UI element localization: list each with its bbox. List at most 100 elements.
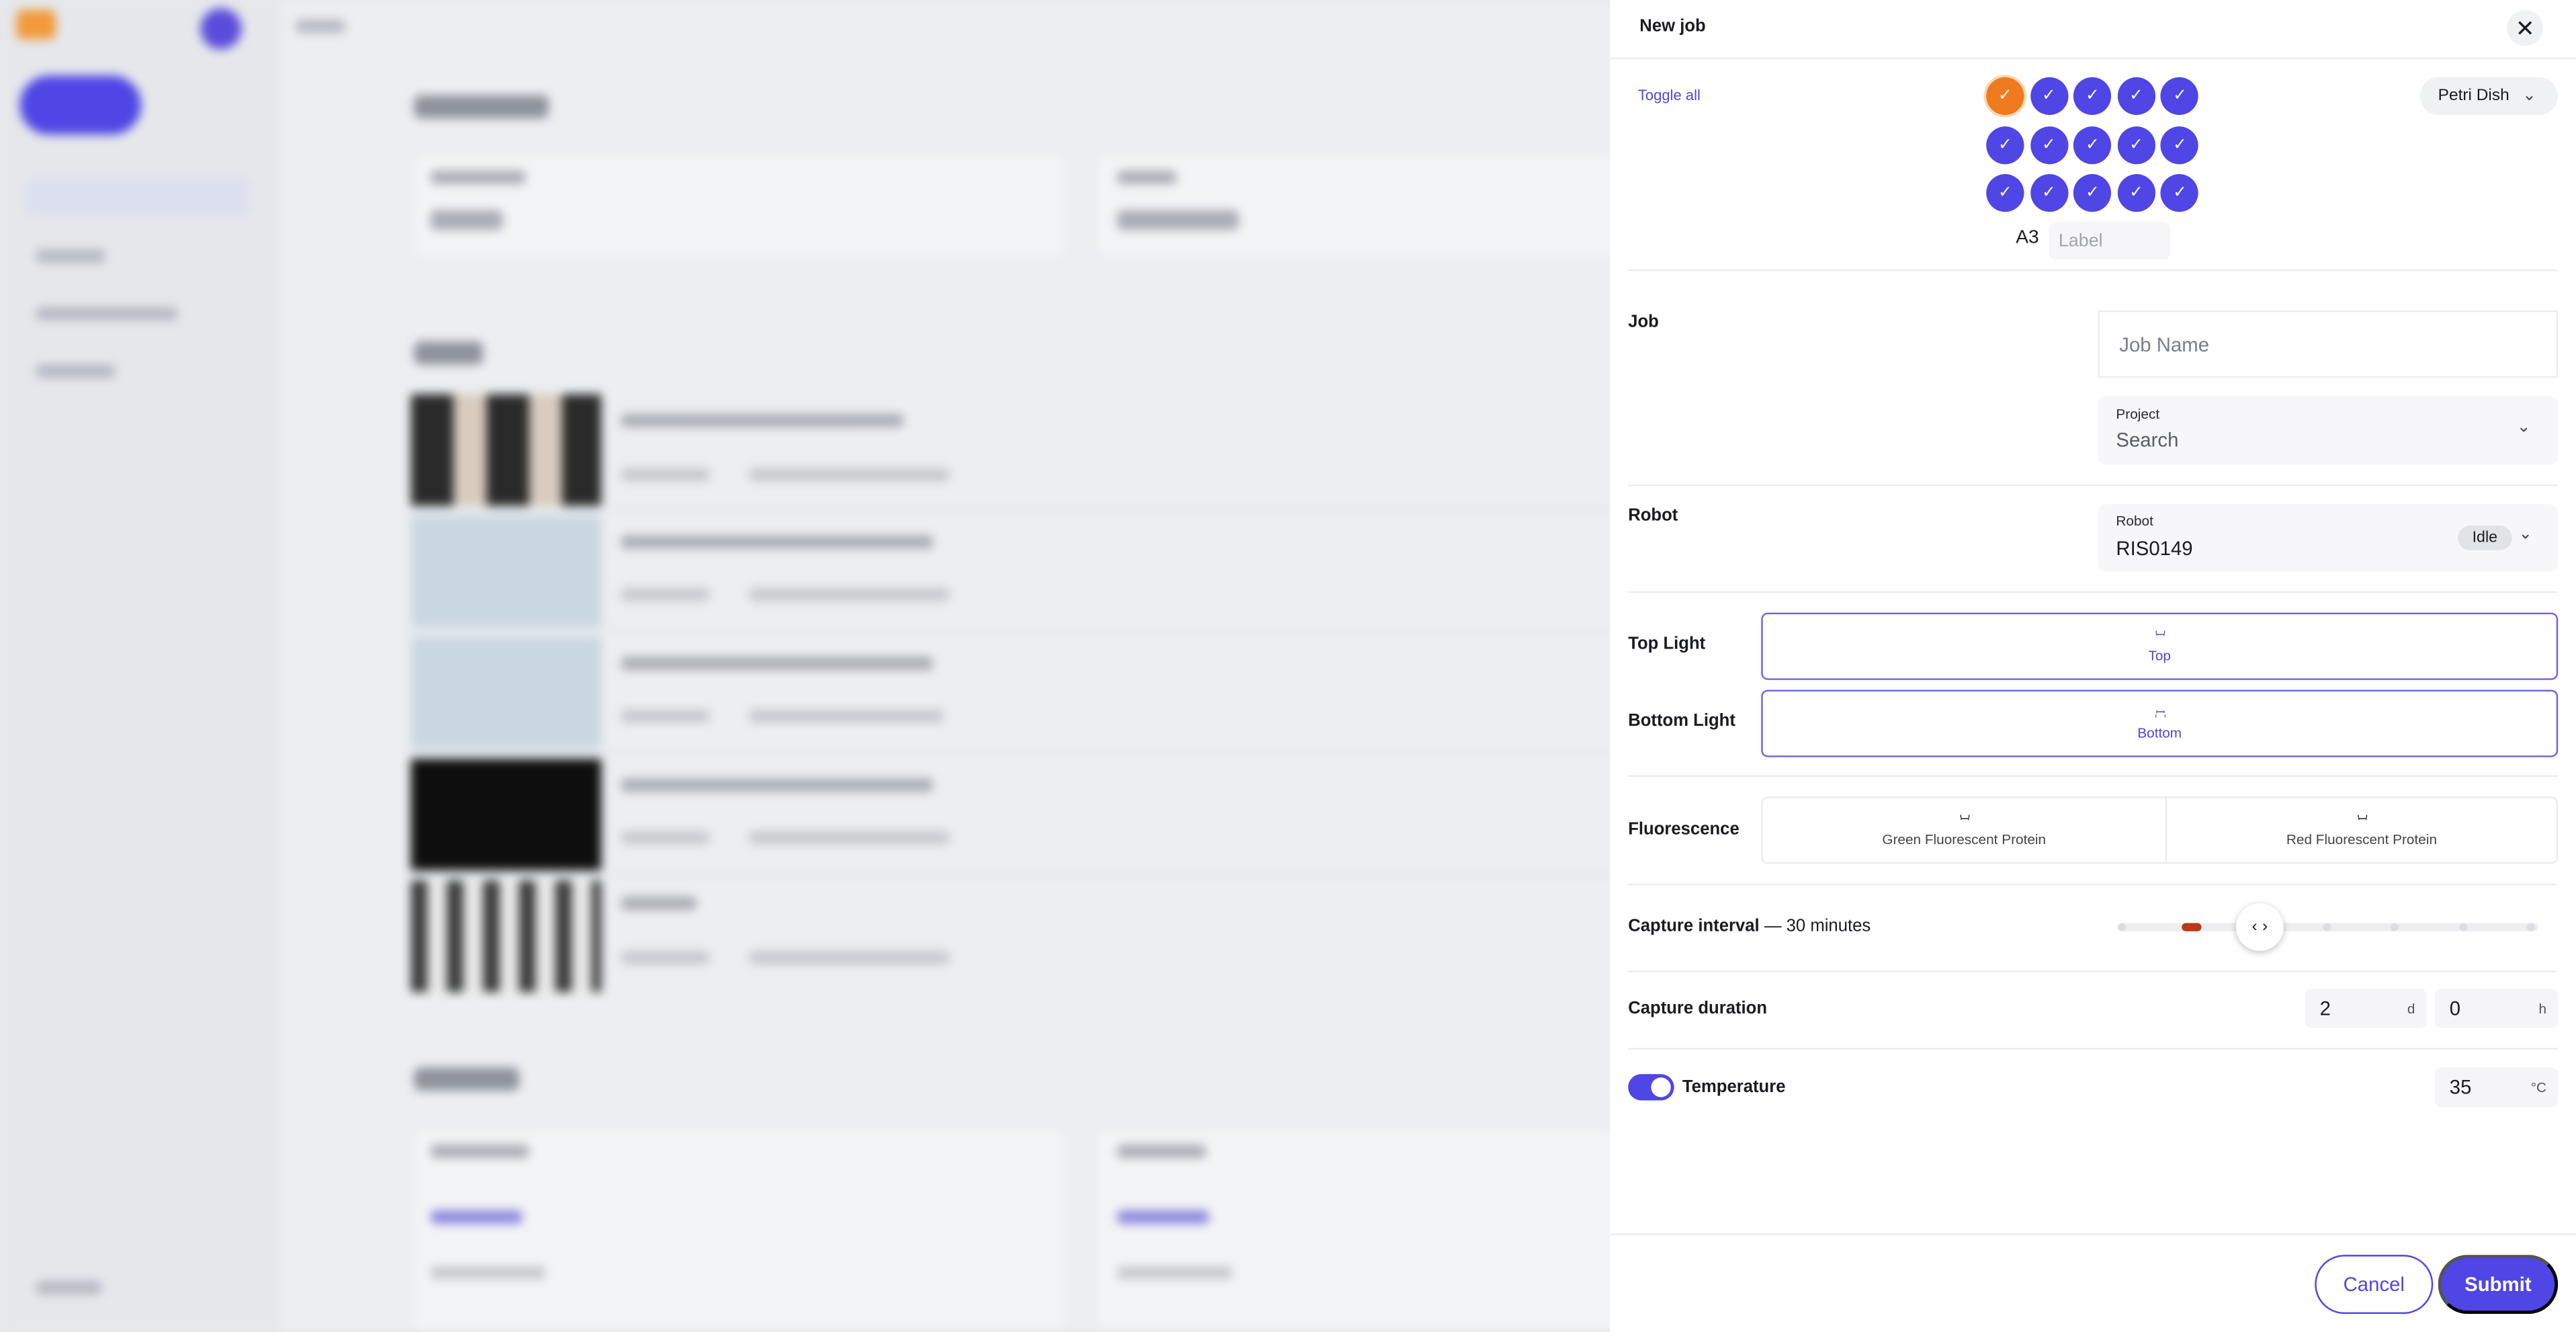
capture-interval-slider-handle[interactable]: ‹ ›	[2235, 903, 2284, 952]
divider	[1628, 591, 2559, 593]
fluorescence-option-label: Green Fluorescent Protein	[1882, 831, 2047, 848]
well-c3[interactable]: ✓	[2073, 174, 2112, 212]
fluorescence-option-gfp[interactable]: 'ꟷ' Green Fluorescent Protein	[1761, 796, 2167, 864]
check-icon: ✓	[2086, 87, 2100, 106]
top-light-button-label: Top	[2148, 647, 2171, 664]
robot-link	[1117, 1210, 1209, 1224]
capture-interval-value: — 30 minutes	[1764, 916, 1871, 937]
overview-card	[411, 151, 1068, 260]
job-thumbnail	[411, 759, 601, 871]
toggle-knob	[1651, 1077, 1671, 1097]
job-thumbnail	[411, 880, 601, 993]
well-label-input[interactable]	[2049, 221, 2171, 260]
well-a2[interactable]: ✓	[2030, 77, 2068, 116]
check-icon: ✓	[2086, 135, 2100, 154]
well-c4[interactable]: ✓	[2117, 174, 2155, 212]
divider	[411, 509, 1611, 511]
job-name-input[interactable]	[2098, 310, 2559, 378]
well-b2[interactable]: ✓	[2030, 126, 2068, 164]
sidebar-item	[36, 249, 105, 263]
sidebar-item	[36, 364, 116, 378]
well-a5[interactable]: ✓	[2161, 77, 2199, 116]
divider	[1628, 883, 2559, 886]
project-select[interactable]: Project Search ⌄	[2098, 395, 2559, 465]
light-icon: 'ꟷ'	[2357, 815, 2368, 827]
job-meta	[749, 831, 950, 845]
chevron-down-icon: ⌄	[2518, 526, 2533, 544]
check-icon: ✓	[2173, 87, 2187, 106]
light-icon: 'ꟷ'	[2155, 630, 2166, 642]
temperature-input[interactable]	[2434, 1067, 2527, 1108]
well-c2[interactable]: ✓	[2030, 174, 2068, 212]
robot-value: RIS0149	[2116, 537, 2193, 560]
interval-step-tick[interactable]	[2181, 923, 2201, 931]
sidebar-item	[36, 1281, 102, 1294]
job-meta	[749, 709, 943, 723]
sidebar-selected-item	[26, 177, 250, 217]
job-thumbnail	[411, 515, 601, 628]
duration-days-input[interactable]	[2305, 989, 2397, 1028]
sidebar-item	[36, 307, 178, 321]
card-value	[430, 210, 503, 231]
fluorescence-option-rfp[interactable]: 'ꟷ' Red Fluorescent Protein	[2165, 796, 2559, 864]
hours-unit: h	[2538, 1000, 2547, 1017]
well-b1[interactable]: ✓	[1986, 126, 2024, 164]
breadcrumb	[296, 19, 345, 33]
well-b3[interactable]: ✓	[2073, 126, 2112, 164]
job-meta	[621, 951, 710, 964]
interval-step-tick[interactable]	[2390, 923, 2399, 931]
app-logo	[16, 9, 56, 40]
bottom-light-button-label: Bottom	[2137, 724, 2182, 741]
divider	[411, 630, 1611, 632]
project-search-value: Search	[2116, 428, 2179, 452]
bottom-light-button[interactable]: ,ꟷ, Bottom	[1761, 690, 2559, 757]
job-meta	[621, 831, 710, 845]
job-thumbnail	[411, 394, 601, 506]
interval-step-tick[interactable]	[2526, 923, 2535, 931]
project-field-label: Project	[2116, 405, 2160, 423]
submit-button[interactable]: Submit	[2438, 1255, 2559, 1315]
job-meta	[749, 587, 950, 601]
divider	[411, 752, 1611, 754]
close-icon[interactable]: ✕	[2507, 9, 2544, 46]
top-light-button[interactable]: 'ꟷ' Top	[1761, 612, 2559, 680]
duration-days-field: d	[2305, 989, 2427, 1028]
robot-link	[430, 1210, 523, 1224]
job-thumbnail	[411, 637, 601, 749]
selected-well-id: A3	[2016, 228, 2039, 249]
chevron-down-icon: ⌄	[2517, 419, 2531, 438]
header-divider	[1610, 57, 2576, 59]
interval-step-tick[interactable]	[2117, 923, 2127, 931]
check-icon: ✓	[2042, 87, 2056, 106]
days-unit: d	[2407, 1000, 2415, 1017]
well-a1[interactable]: ✓	[1986, 77, 2024, 116]
card-label	[430, 171, 526, 184]
check-icon: ✓	[2086, 184, 2100, 203]
check-icon: ✓	[2042, 135, 2056, 154]
chevron-right-icon: ›	[2262, 918, 2268, 937]
robot-card-title	[1117, 1144, 1206, 1158]
divider	[1628, 484, 2559, 487]
light-icon: ,ꟷ,	[2154, 708, 2166, 720]
toggle-all-link[interactable]: Toggle all	[1638, 87, 1701, 103]
well-b5[interactable]: ✓	[2161, 126, 2199, 164]
plate-type-value: Petri Dish	[2438, 87, 2509, 106]
check-icon: ✓	[2042, 184, 2056, 203]
duration-hours-input[interactable]	[2434, 989, 2527, 1028]
well-b4[interactable]: ✓	[2117, 126, 2155, 164]
well-c5[interactable]: ✓	[2161, 174, 2199, 212]
temperature-toggle[interactable]	[1628, 1074, 1674, 1101]
background-new-button	[19, 75, 142, 135]
avatar	[200, 8, 242, 50]
well-a3[interactable]: ✓	[2073, 77, 2112, 116]
cancel-button[interactable]: Cancel	[2315, 1255, 2434, 1315]
job-title	[621, 535, 933, 549]
plate-type-select[interactable]: Petri Dish ⌄	[2419, 77, 2559, 116]
check-icon: ✓	[1998, 184, 2012, 203]
well-c1[interactable]: ✓	[1986, 174, 2024, 212]
robot-field-label: Robot	[2116, 512, 2153, 529]
divider	[1628, 1048, 2559, 1050]
well-a4[interactable]: ✓	[2117, 77, 2155, 116]
robot-card-title	[430, 1144, 529, 1158]
check-icon: ✓	[1998, 135, 2012, 154]
